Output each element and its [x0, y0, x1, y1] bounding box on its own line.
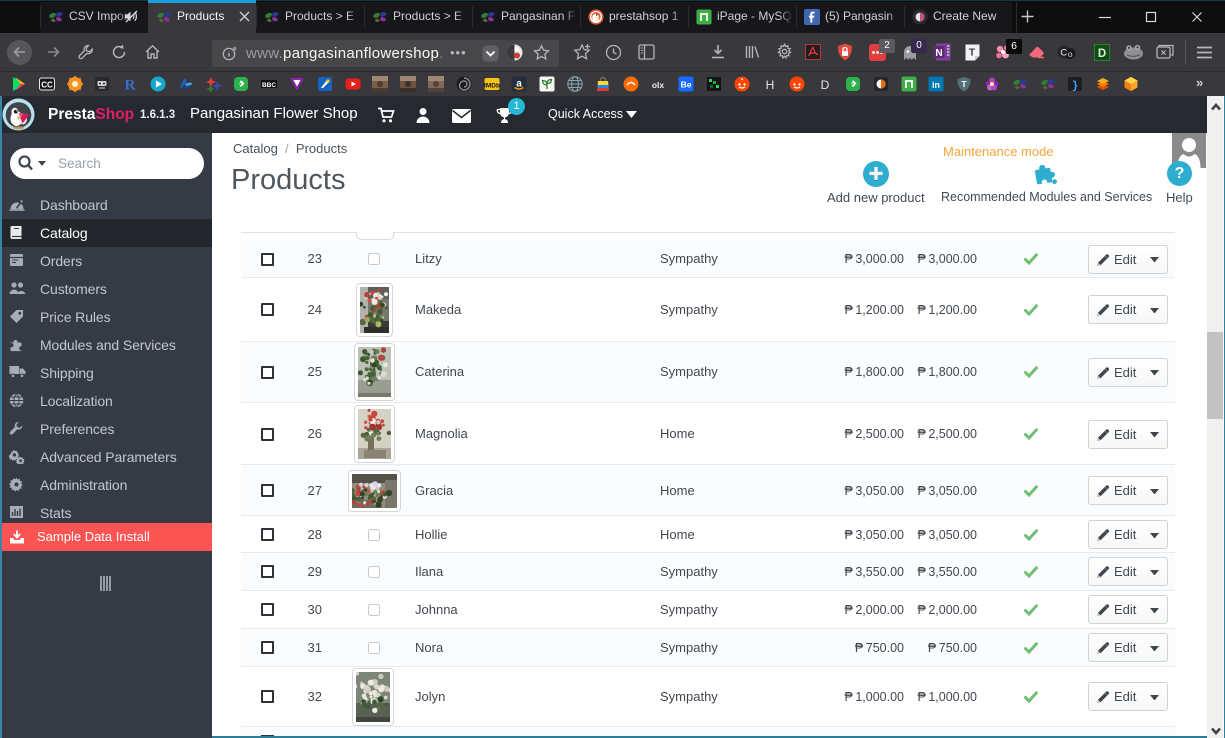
svg-text:in: in [932, 80, 940, 90]
svg-text:C: C [1060, 48, 1067, 59]
svg-text:CC: CC [41, 80, 53, 89]
svg-text:olx: olx [652, 80, 665, 90]
svg-text:T: T [969, 47, 976, 59]
svg-text:D: D [1098, 48, 1106, 60]
svg-text:}: } [1072, 81, 1079, 93]
svg-text:H: H [765, 78, 774, 92]
svg-text:o: o [1068, 49, 1073, 59]
svg-text:IMDb: IMDb [484, 82, 500, 89]
svg-text:R: R [125, 78, 136, 93]
svg-text:T: T [962, 79, 968, 89]
svg-text:a: a [517, 79, 523, 90]
svg-text:BBC: BBC [262, 82, 276, 89]
svg-text:N: N [935, 48, 942, 59]
svg-text:Be: Be [681, 80, 692, 90]
svg-text:D: D [821, 78, 830, 92]
